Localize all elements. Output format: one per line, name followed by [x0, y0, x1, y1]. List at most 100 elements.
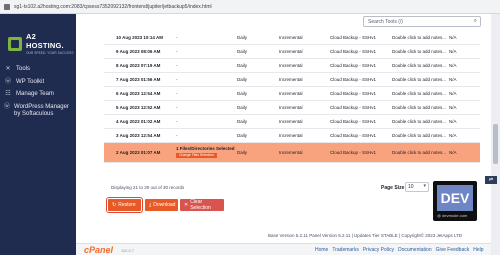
- clear-selection-label: Clear Selection: [190, 199, 211, 211]
- backup-description: 1 Files/Directories Selected: [176, 146, 235, 151]
- restore-icon: ↻: [112, 202, 117, 208]
- table-row[interactable]: 3 Aug 2023 12:54 AM - Daily Incremental …: [104, 129, 480, 143]
- table-row[interactable]: 5 Aug 2023 12:52 AM - Daily Incremental …: [104, 101, 480, 115]
- backup-description: -: [176, 133, 178, 138]
- backup-notes[interactable]: Double click to add notes...: [392, 133, 446, 138]
- sidebar-item-label: Tools: [16, 66, 31, 72]
- sidebar-item-wordpress-manager[interactable]: ⓦ WordPress Manager by Softaculous: [4, 104, 74, 119]
- download-button[interactable]: ⤓ Download: [145, 199, 178, 211]
- sidebar-item-tools[interactable]: ✕ Tools: [4, 66, 74, 74]
- sidebar-item-label: WP Toolkit: [16, 78, 45, 85]
- backup-frequency: Daily: [237, 133, 248, 138]
- chevron-down-icon: ▾: [423, 183, 426, 189]
- backup-notes[interactable]: Double click to add notes...: [392, 150, 446, 155]
- scrollbar-thumb[interactable]: [493, 124, 498, 164]
- sidebar-item-label: WordPress Manager by Softaculous: [14, 103, 69, 118]
- search-icon[interactable]: ⌕: [474, 18, 477, 25]
- backup-destination: Cloud Backup - SSHv1: [330, 35, 377, 40]
- table-row[interactable]: 8 Aug 2023 07:19 AM - Daily Incremental …: [104, 59, 480, 73]
- footer-link-home[interactable]: Home: [315, 247, 328, 253]
- backup-status: N/A: [449, 77, 457, 82]
- backup-notes[interactable]: Double click to add notes...: [392, 63, 446, 68]
- table-row[interactable]: 9 Aug 2023 08:06 AM - Daily Incremental …: [104, 45, 480, 59]
- backup-status: N/A: [449, 63, 457, 68]
- backup-destination: Cloud Backup - SSHv1: [330, 91, 377, 96]
- backup-destination: Cloud Backup - SSHv1: [330, 150, 377, 155]
- backup-date: 9 Aug 2023 08:06 AM: [116, 49, 161, 54]
- backup-notes[interactable]: Double click to add notes...: [392, 105, 446, 110]
- restore-label: Restore: [118, 202, 136, 208]
- backup-description: -: [176, 119, 178, 124]
- sidebar-item-label: Manage Team: [16, 91, 54, 97]
- page-size-select[interactable]: 10 ▾: [405, 182, 429, 192]
- backup-notes[interactable]: Double click to add notes...: [392, 77, 446, 82]
- records-count: Displaying 21 to 30 out of 30 records: [111, 185, 185, 190]
- table-row[interactable]: 6 Aug 2023 12:54 AM - Daily Incremental …: [104, 87, 480, 101]
- backup-description: -: [176, 49, 178, 54]
- restore-button[interactable]: ↻ Restore: [106, 197, 143, 213]
- sidebar-item-wp-toolkit[interactable]: ⓦ WP Toolkit: [4, 79, 74, 87]
- backup-date: 5 Aug 2023 12:52 AM: [116, 105, 161, 110]
- cpanel-logo[interactable]: cPanel: [84, 245, 113, 255]
- backup-date: 2 Aug 2023 01:07 AM: [116, 150, 161, 155]
- backup-date: 8 Aug 2023 07:19 AM: [116, 63, 161, 68]
- tools-icon: ✕: [5, 66, 11, 72]
- clear-selection-button[interactable]: ✕ Clear Selection: [180, 199, 224, 211]
- backup-date: 4 Aug 2023 01:02 AM: [116, 119, 161, 124]
- sidebar: A2 HOSTING. OUR SPEED. YOUR SUCCESS ✕ To…: [0, 14, 76, 255]
- footer-link-privacy-policy[interactable]: Privacy Policy: [363, 247, 394, 253]
- backup-type: Incremental: [279, 150, 303, 155]
- browser-url[interactable]: sg1-ts102.a2hosting.com:2083/cpsess73520…: [14, 4, 212, 10]
- brand-tagline: OUR SPEED. YOUR SUCCESS: [25, 51, 74, 55]
- dev-caption: @ devmode.com: [437, 213, 468, 218]
- wordpress-icon: ⓦ: [4, 103, 11, 110]
- brand-logo[interactable]: A2 HOSTING. OUR SPEED. YOUR SUCCESS: [8, 32, 76, 55]
- footer-link-give-feedback[interactable]: Give Feedback: [436, 247, 470, 253]
- backup-status: N/A: [449, 105, 457, 110]
- footer-links: Home Trademarks Privacy Policy Documenta…: [315, 247, 484, 253]
- sidebar-item-manage-team[interactable]: ☷ Manage Team: [4, 91, 74, 99]
- expand-arrow-icon[interactable]: ⇄: [485, 176, 497, 184]
- version-info: Base Version 5.2.11 Panel Version 5.2.11…: [268, 233, 463, 238]
- lock-icon: [4, 3, 10, 10]
- backup-notes[interactable]: Double click to add notes...: [392, 49, 446, 54]
- table-row[interactable]: 10 Aug 2023 10:14 AM - Daily Incremental…: [104, 31, 480, 45]
- page-size-label: Page Size: [381, 185, 405, 191]
- table-row[interactable]: 4 Aug 2023 01:02 AM - Daily Incremental …: [104, 115, 480, 129]
- brand-name: A2 HOSTING.: [25, 32, 64, 50]
- backup-type: Incremental: [279, 35, 303, 40]
- backup-frequency: Daily: [237, 91, 248, 96]
- dev-logo: DEV: [437, 185, 473, 211]
- backup-status: N/A: [449, 49, 457, 54]
- dev-badge: DEV @ devmode.com: [433, 181, 477, 221]
- wordpress-icon: ⓦ: [4, 78, 11, 85]
- search-input[interactable]: Search Tools (/) ⌕: [363, 16, 481, 27]
- backup-status: N/A: [449, 133, 457, 138]
- backup-date: 7 Aug 2023 01:56 AM: [116, 77, 161, 82]
- team-icon: ☷: [5, 91, 11, 97]
- backup-frequency: Daily: [237, 119, 248, 124]
- backup-notes[interactable]: Double click to add notes...: [392, 35, 446, 40]
- page-scrollbar[interactable]: [491, 14, 500, 255]
- change-files-selection-button[interactable]: Change Files Selection: [176, 153, 217, 158]
- download-label: Download: [153, 202, 176, 208]
- a2-logo-icon: [8, 36, 22, 51]
- download-icon: ⤓: [149, 202, 152, 208]
- backup-destination: Cloud Backup - SSHv1: [330, 119, 377, 124]
- footer-link-trademarks[interactable]: Trademarks: [332, 247, 359, 253]
- browser-url-bar[interactable]: sg1-ts102.a2hosting.com:2083/cpsess73520…: [0, 0, 500, 14]
- backup-notes[interactable]: Double click to add notes...: [392, 119, 446, 124]
- backup-status: N/A: [449, 150, 457, 155]
- backup-frequency: Daily: [237, 77, 248, 82]
- backup-status: N/A: [449, 91, 457, 96]
- backup-description: -: [176, 63, 178, 68]
- footer-link-documentation[interactable]: Documentation: [398, 247, 432, 253]
- table-row-selected[interactable]: 2 Aug 2023 01:07 AM 1 Files/Directories …: [104, 143, 480, 163]
- backup-description: -: [176, 105, 178, 110]
- footer-link-help[interactable]: Help: [473, 247, 483, 253]
- backup-type: Incremental: [279, 49, 303, 54]
- backup-notes[interactable]: Double click to add notes...: [392, 91, 446, 96]
- backup-type: Incremental: [279, 105, 303, 110]
- table-row[interactable]: 7 Aug 2023 01:56 AM - Daily Incremental …: [104, 73, 480, 87]
- backup-date: 10 Aug 2023 10:14 AM: [116, 35, 163, 40]
